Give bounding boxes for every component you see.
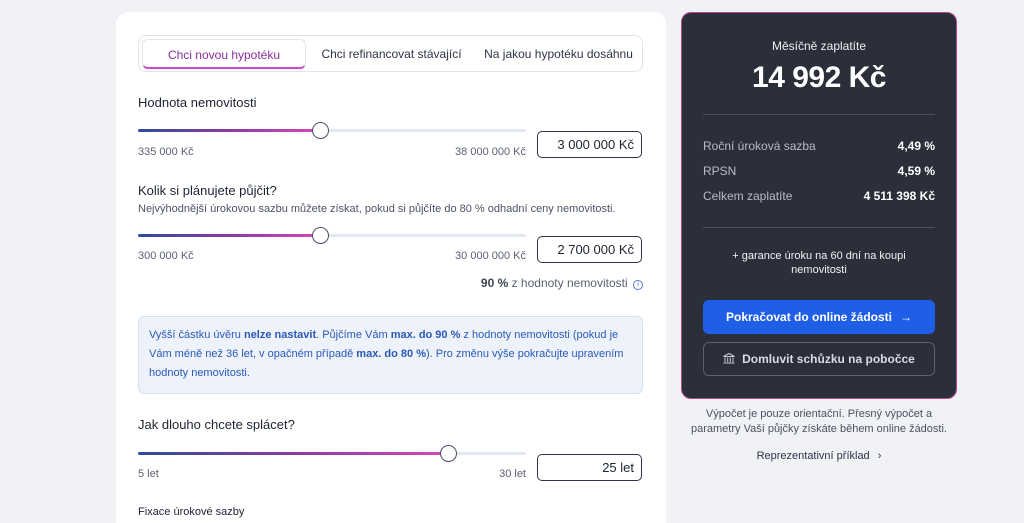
term-slider-thumb[interactable] (440, 445, 458, 462)
button-label: Domluvit schůzku na pobočce (742, 352, 915, 366)
bank-icon (723, 353, 735, 364)
monthly-payment-amount: 14 992 Kč (752, 61, 886, 94)
notice-text: . Půjčíme Vám (316, 329, 391, 341)
arrow-right-icon: → (900, 310, 913, 324)
tab-refinance[interactable]: Chci refinancovat stávající (309, 39, 474, 69)
property-value-slider[interactable] (138, 122, 526, 139)
property-max-label: 38 000 000 Kč (455, 146, 526, 158)
loan-limit-notice: Vyšší částku úvěru nelze nastavit. Půjčí… (138, 316, 643, 394)
button-label: Pokračovat do online žádosti (725, 310, 893, 324)
loan-to-value-ratio: 90 % z hodnoty nemovitosti i (481, 276, 643, 290)
property-value-label: Hodnota nemovitosti (138, 95, 257, 110)
term-slider[interactable] (138, 445, 526, 462)
term-input[interactable]: 25 let (537, 454, 642, 481)
fixation-label: Fixace úrokové sazby (138, 506, 245, 518)
summary-row-rate: Roční úroková sazba 4,49 % (703, 139, 935, 153)
term-min-label: 5 let (138, 468, 159, 480)
calculator-card: Chci novou hypotéku Chci refinancovat st… (116, 12, 666, 523)
ratio-value: 90 % (480, 276, 509, 290)
loan-min-label: 300 000 Kč (138, 250, 194, 262)
notice-bold: nelze nastavit (243, 329, 317, 341)
term-label: Jak dlouho chcete splácet? (138, 417, 295, 432)
info-icon[interactable]: i (633, 280, 643, 290)
summary-row-label: RPSN (703, 164, 737, 178)
property-min-label: 335 000 Kč (138, 146, 194, 158)
tab-new-mortgage[interactable]: Chci novou hypotéku (142, 39, 306, 69)
loan-slider-thumb[interactable] (312, 227, 330, 244)
property-slider-thumb[interactable] (312, 122, 330, 139)
loan-amount-label: Kolik si plánujete půjčit? (138, 183, 277, 198)
continue-online-application-button[interactable]: Pokračovat do online žádosti → (703, 300, 935, 334)
book-branch-meeting-button[interactable]: Domluvit schůzku na pobočce (703, 342, 935, 376)
loan-amount-input[interactable]: 2 700 000 Kč (537, 236, 642, 263)
notice-bold: max. do 90 % (390, 329, 461, 341)
summary-row-value: 4 511 398 Kč (863, 189, 935, 203)
chevron-right-icon: › (877, 450, 882, 462)
loan-amount-slider[interactable] (138, 227, 526, 244)
summary-row-value: 4,59 % (897, 164, 935, 178)
property-slider-fill (138, 129, 321, 132)
loan-max-label: 30 000 000 Kč (455, 250, 526, 262)
property-value-input[interactable]: 3 000 000 Kč (537, 131, 642, 158)
loan-amount-hint: Nejvýhodnější úrokovou sazbu můžete získ… (138, 203, 616, 215)
divider (703, 227, 935, 228)
link-label: Reprezentativní příklad (756, 450, 870, 462)
tab-affordability[interactable]: Na jakou hypotéku dosáhnu (476, 39, 641, 69)
monthly-payment-title: Měsíčně zaplatíte (771, 39, 867, 53)
term-max-label: 30 let (499, 468, 526, 480)
mortgage-type-tabs: Chci novou hypotéku Chci refinancovat st… (138, 35, 643, 72)
term-slider-fill (138, 452, 449, 455)
summary-row-total: Celkem zaplatíte 4 511 398 Kč (703, 189, 935, 203)
summary-row-rpsn: RPSN 4,59 % (703, 164, 935, 178)
disclaimer-note: Výpočet je pouze orientační. Přesný výpo… (691, 408, 947, 435)
divider (703, 114, 935, 115)
summary-row-label: Roční úroková sazba (703, 139, 816, 153)
representative-example-link[interactable]: Reprezentativní příklad › (681, 450, 957, 462)
loan-slider-fill (138, 234, 321, 237)
notice-text: Vyšší částku úvěru (149, 329, 244, 341)
rate-guarantee-text: + garance úroku na 60 dní na koupi nemov… (732, 250, 906, 276)
summary-panel: Měsíčně zaplatíte 14 992 Kč Roční úrokov… (681, 12, 957, 399)
notice-bold: max. do 80 % (356, 348, 426, 360)
ratio-text: z hodnoty nemovitosti (511, 276, 628, 290)
summary-row-value: 4,49 % (897, 139, 935, 153)
summary-row-label: Celkem zaplatíte (703, 189, 793, 203)
